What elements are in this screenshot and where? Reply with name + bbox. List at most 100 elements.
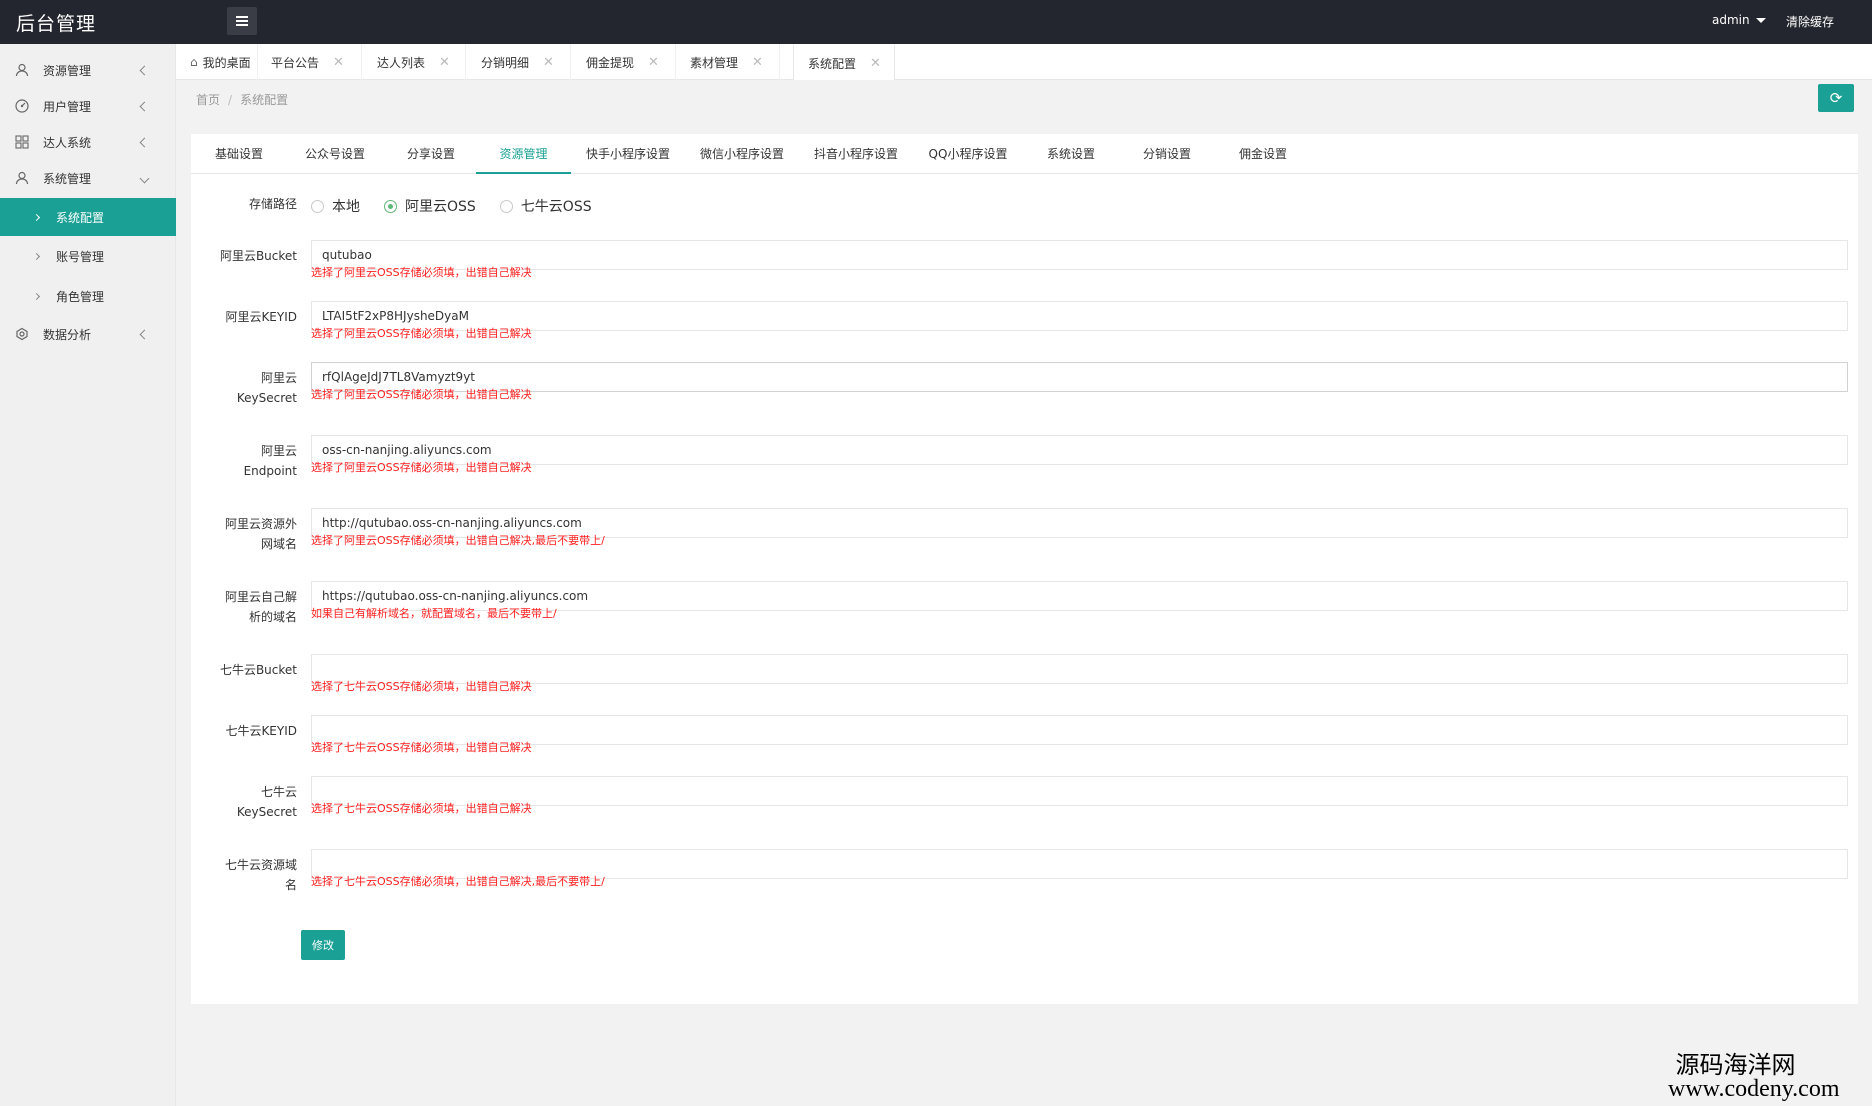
tab-label: 系统配置 bbox=[808, 56, 857, 71]
sidebar-item-label: 达人系统 bbox=[43, 135, 92, 150]
tab-announcement[interactable]: 平台公告 ✕ bbox=[259, 44, 362, 80]
menu-toggle-button[interactable] bbox=[227, 7, 257, 35]
aliyun-keyid-input[interactable]: LTAI5tF2xP8HJysheDyaM bbox=[311, 301, 1848, 331]
field-tip: 选择了阿里云OSS存储必须填，出错自己解决,最后不要带上/ bbox=[311, 534, 605, 547]
hamburger-icon bbox=[236, 20, 248, 22]
field-tip: 选择了七牛云OSS存储必须填，出错自己解决 bbox=[311, 802, 532, 815]
radio-circle bbox=[499, 199, 513, 213]
sidebar-item-users[interactable]: 用户管理 bbox=[0, 88, 176, 124]
chevron-left-icon bbox=[139, 329, 150, 339]
subtab-official-account[interactable]: 公众号设置 bbox=[287, 134, 383, 174]
close-icon[interactable]: ✕ bbox=[439, 55, 450, 70]
subtab-kuaishou[interactable]: 快手小程序设置 bbox=[571, 134, 685, 174]
field-label: 七牛云资源域名 bbox=[224, 858, 297, 892]
subtab-distribution[interactable]: 分销设置 bbox=[1119, 134, 1215, 174]
field-tip: 选择了七牛云OSS存储必须填，出错自己解决 bbox=[311, 741, 532, 754]
radio-label: 本地 bbox=[332, 199, 360, 215]
sidebar-subitem-roles[interactable]: 角色管理 bbox=[0, 278, 176, 314]
tab-label: 素材管理 bbox=[690, 55, 739, 70]
watermark-cn: 源码海洋网 bbox=[1675, 1051, 1796, 1079]
breadcrumb-home[interactable]: 首页 bbox=[196, 93, 220, 107]
subtab-douyin[interactable]: 抖音小程序设置 bbox=[799, 134, 913, 174]
sidebar-subitem-accounts[interactable]: 账号管理 bbox=[0, 238, 176, 274]
refresh-button[interactable]: ⟳ bbox=[1818, 84, 1854, 112]
radio-label: 七牛云OSS bbox=[520, 199, 592, 215]
field-tip: 选择了阿里云OSS存储必须填，出错自己解决 bbox=[311, 388, 532, 401]
close-icon[interactable]: ✕ bbox=[752, 55, 763, 70]
tab-commission-withdraw[interactable]: 佣金提现 ✕ bbox=[572, 44, 676, 80]
aliyun-bucket-input[interactable]: qutubao bbox=[311, 240, 1848, 270]
sidebar-item-label: 系统管理 bbox=[43, 171, 92, 186]
tab-system-config[interactable]: 系统配置 ✕ bbox=[793, 44, 895, 80]
config-card: 基础设置 公众号设置 分享设置 资源管理 快手小程序设置 微信小程序设置 抖音小… bbox=[191, 134, 1858, 1004]
clear-cache-link[interactable]: 清除缓存 bbox=[1786, 13, 1834, 30]
chevron-down-icon bbox=[139, 173, 150, 183]
qiniu-keysecret-input[interactable] bbox=[311, 776, 1848, 806]
sidebar-item-analytics[interactable]: 数据分析 bbox=[0, 316, 176, 352]
sidebar-item-resources[interactable]: 资源管理 bbox=[0, 52, 176, 88]
page-tabs: ⌂ 我的桌面 平台公告 ✕ 达人列表 ✕ 分销明细 ✕ 佣金提现 ✕ 素材管理 … bbox=[176, 44, 1872, 80]
radio-circle bbox=[384, 199, 397, 213]
user-icon bbox=[14, 170, 30, 186]
sidebar-subitem-system-config[interactable]: 系统配置 bbox=[0, 198, 176, 236]
sidebar-item-system[interactable]: 系统管理 bbox=[0, 160, 176, 196]
sidebar-item-label: 用户管理 bbox=[43, 99, 92, 114]
username: admin bbox=[1712, 13, 1750, 27]
subtab-share[interactable]: 分享设置 bbox=[383, 134, 479, 174]
field-label: 阿里云Bucket bbox=[219, 249, 297, 263]
top-header: 后台管理 admin 清除缓存 bbox=[0, 0, 1872, 44]
close-icon[interactable]: ✕ bbox=[333, 55, 344, 70]
field-label: 阿里云资源外 网域名 bbox=[224, 517, 297, 551]
watermark-en: www.codeny.com bbox=[1668, 1076, 1840, 1102]
sidebar-item-label: 资源管理 bbox=[43, 63, 92, 78]
subtab-resources[interactable]: 资源管理 bbox=[476, 134, 571, 174]
submit-button[interactable]: 修改 bbox=[301, 930, 345, 960]
breadcrumb: 首页 / 系统配置 bbox=[196, 91, 288, 108]
tab-label: 平台公告 bbox=[271, 55, 320, 70]
aliyun-endpoint-input[interactable]: oss-cn-nanjing.aliyuncs.com bbox=[311, 435, 1848, 465]
storage-label: 存储路径 bbox=[248, 197, 297, 211]
sidebar-subitem-label: 角色管理 bbox=[56, 289, 105, 304]
field-tip: 选择了七牛云OSS存储必须填，出错自己解决,最后不要带上/ bbox=[311, 875, 605, 888]
user-menu[interactable]: admin bbox=[1712, 13, 1766, 27]
tab-material[interactable]: 素材管理 ✕ bbox=[677, 44, 780, 80]
field-label: 七牛云 KeySecret bbox=[236, 785, 297, 819]
field-tip: 如果自己有解析域名，就配置域名，最后不要带上/ bbox=[311, 607, 557, 620]
tab-label: 我的桌面 bbox=[202, 55, 251, 70]
sidebar-subitem-label: 账号管理 bbox=[56, 249, 105, 264]
radio-aliyun-oss[interactable]: 阿里云OSS bbox=[384, 196, 476, 216]
field-label: 阿里云 Endpoint bbox=[243, 444, 297, 478]
subtab-system[interactable]: 系统设置 bbox=[1023, 134, 1119, 174]
subtab-basic[interactable]: 基础设置 bbox=[191, 134, 287, 174]
radio-local[interactable]: 本地 bbox=[311, 196, 360, 216]
chevron-left-icon bbox=[139, 65, 150, 75]
grid-icon bbox=[14, 134, 30, 150]
close-icon[interactable]: ✕ bbox=[870, 56, 881, 71]
tab-talent-list[interactable]: 达人列表 ✕ bbox=[363, 44, 466, 80]
chevron-right-icon bbox=[32, 292, 41, 300]
field-label: 阿里云KEYID bbox=[225, 310, 297, 324]
breadcrumb-separator: / bbox=[228, 93, 233, 107]
subtab-commission[interactable]: 佣金设置 bbox=[1215, 134, 1311, 174]
subtab-wechat[interactable]: 微信小程序设置 bbox=[685, 134, 799, 174]
user-icon bbox=[14, 62, 30, 78]
close-icon[interactable]: ✕ bbox=[543, 55, 554, 70]
field-label: 阿里云自己解 析的域名 bbox=[224, 590, 297, 624]
tab-desktop[interactable]: ⌂ 我的桌面 bbox=[176, 44, 258, 80]
home-icon: ⌂ bbox=[190, 55, 198, 69]
qiniu-keyid-input[interactable] bbox=[311, 715, 1848, 745]
tab-label: 佣金提现 bbox=[586, 55, 635, 70]
sidebar: 资源管理 用户管理 达人系统 系统管理 系统配置 账号管理 角色管理 数据分析 bbox=[0, 44, 176, 1106]
radio-qiniu-oss[interactable]: 七牛云OSS bbox=[499, 196, 592, 216]
chevron-left-icon bbox=[139, 137, 150, 147]
field-tip: 选择了阿里云OSS存储必须填，出错自己解决 bbox=[311, 327, 532, 340]
tab-distribution-detail[interactable]: 分销明细 ✕ bbox=[467, 44, 571, 80]
sidebar-item-label: 数据分析 bbox=[43, 327, 92, 342]
caret-down-icon bbox=[1755, 17, 1766, 23]
close-icon[interactable]: ✕ bbox=[648, 55, 659, 70]
aliyun-keysecret-input[interactable]: rfQlAgeJdJ7TL8Vamyzt9yt bbox=[311, 362, 1848, 392]
subtab-qq[interactable]: QQ小程序设置 bbox=[913, 134, 1023, 174]
sidebar-item-talent[interactable]: 达人系统 bbox=[0, 124, 176, 160]
chevron-right-icon bbox=[32, 252, 41, 260]
qiniu-bucket-input[interactable] bbox=[311, 654, 1848, 684]
